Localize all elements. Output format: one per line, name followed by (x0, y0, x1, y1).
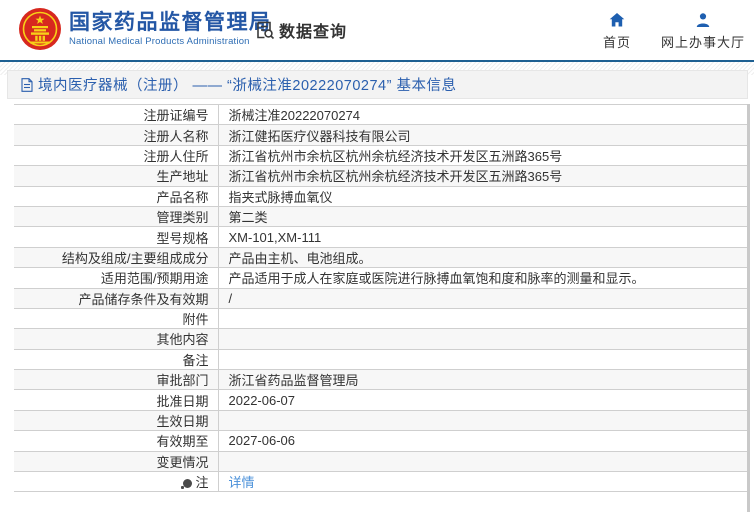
nmpa-logo[interactable]: 国家药品监督管理局 National Medical Products Admi… (18, 7, 272, 51)
site-header: 国家药品监督管理局 National Medical Products Admi… (0, 0, 754, 60)
table-row: 备注 (14, 348, 747, 371)
row-label: 生产地址 (14, 165, 219, 187)
table-row: 注册人名称 浙江健拓医疗仪器科技有限公司 (14, 124, 747, 146)
nav-label-service-hall: 网上办事大厅 (660, 35, 745, 50)
row-value: 指夹式脉搏血氧仪 (218, 185, 747, 207)
nav-item-home[interactable]: 首页 (603, 12, 631, 51)
nav-label-home: 首页 (602, 35, 631, 50)
row-value: XM-101,XM-111 (218, 226, 747, 248)
row-label: 注册人名称 (14, 124, 219, 146)
page: 国家药品监督管理局 National Medical Products Admi… (0, 0, 754, 514)
table-row: 型号规格 XM-101,XM-111 (14, 226, 747, 248)
row-value: 2027-06-06 (218, 430, 747, 452)
row-value (218, 307, 747, 330)
breadcrumb-text: 境内医疗器械（注册） —— “浙械注准20222070274” 基本信息 (38, 78, 457, 94)
bulb-icon (181, 479, 193, 490)
table-row: 审批部门 浙江省药品监督管理局 (14, 369, 747, 391)
row-label: 注 (14, 471, 219, 493)
row-value: 2022-06-07 (218, 389, 747, 411)
row-value: 浙江省药品监督管理局 (218, 369, 747, 391)
org-name-zh: 国家药品监督管理局 (69, 11, 272, 34)
top-nav: 首页 网上办事大厅 (603, 12, 745, 51)
row-label: 审批部门 (14, 369, 219, 391)
table-row: 批准日期 2022-06-07 (14, 389, 747, 411)
row-label: 有效期至 (14, 430, 219, 452)
row-value (218, 450, 747, 473)
row-value: 浙江省杭州市余杭区杭州余杭经济技术开发区五洲路365号 (218, 165, 747, 187)
row-value: 产品适用于成人在家庭或医院进行脉搏血氧饱和度和脉率的测量和显示。 (218, 267, 747, 289)
table-row: 结构及组成/主要组成成分 产品由主机、电池组成。 (14, 246, 747, 269)
user-icon (696, 13, 710, 27)
table-row: 注册人住所 浙江省杭州市余杭区杭州余杭经济技术开发区五洲路365号 (14, 144, 747, 167)
row-label: 批准日期 (14, 389, 219, 411)
detail-link[interactable]: 详情 (229, 475, 255, 490)
breadcrumb: 境内医疗器械（注册） —— “浙械注准20222070274” 基本信息 (7, 70, 748, 99)
row-value: 产品由主机、电池组成。 (218, 246, 747, 269)
row-label: 附件 (14, 307, 219, 330)
row-value: 浙江省杭州市余杭区杭州余杭经济技术开发区五洲路365号 (218, 144, 747, 167)
table-row: 注详情 (14, 471, 747, 493)
row-value: / (218, 287, 747, 309)
brand-text: 国家药品监督管理局 National Medical Products Admi… (69, 10, 272, 48)
row-value (218, 328, 747, 350)
table-row: 变更情况 (14, 450, 747, 473)
row-value (218, 348, 747, 371)
row-value: 详情 (218, 471, 747, 493)
table-row: 生产地址 浙江省杭州市余杭区杭州余杭经济技术开发区五洲路365号 (14, 165, 747, 187)
table-row: 管理类别 第二类 (14, 205, 747, 228)
row-value: 浙械注准20222070274 (218, 103, 747, 126)
table-row: 附件 (14, 307, 747, 330)
row-label: 管理类别 (14, 205, 219, 228)
nav-item-service-hall[interactable]: 网上办事大厅 (661, 12, 745, 51)
data-query-link[interactable]: 数据查询 (255, 18, 347, 42)
table-row: 适用范围/预期用途 产品适用于成人在家庭或医院进行脉搏血氧饱和度和脉率的测量和显示… (14, 267, 747, 289)
table-row: 有效期至 2027-06-06 (14, 430, 747, 452)
document-search-icon (257, 21, 275, 40)
row-label: 注册证编号 (14, 103, 219, 126)
table-row: 注册证编号 浙械注准20222070274 (14, 103, 747, 126)
row-value: 第二类 (218, 205, 747, 228)
home-icon (609, 13, 625, 27)
scrollbar-track[interactable] (747, 104, 750, 512)
row-label: 注册人住所 (14, 144, 219, 167)
table-row: 其他内容 (14, 328, 747, 350)
row-label: 结构及组成/主要组成成分 (14, 246, 219, 269)
row-label: 变更情况 (14, 450, 219, 473)
row-label: 备注 (14, 348, 219, 371)
row-value: 浙江健拓医疗仪器科技有限公司 (218, 124, 747, 146)
row-label: 其他内容 (14, 328, 219, 350)
registration-info-table: 注册证编号 浙械注准20222070274 注册人名称 浙江健拓医疗仪器科技有限公司注… (14, 103, 747, 493)
table-row: 产品名称 指夹式脉搏血氧仪 (14, 185, 747, 207)
row-label: 产品储存条件及有效期 (14, 287, 219, 309)
row-label: 产品名称 (14, 185, 219, 207)
table-row: 产品储存条件及有效期 / (14, 287, 747, 309)
row-label: 型号规格 (14, 226, 219, 248)
data-query-label: 数据查询 (279, 24, 348, 41)
row-label: 生效日期 (14, 409, 219, 432)
row-label: 适用范围/预期用途 (14, 267, 219, 289)
table-row: 生效日期 (14, 409, 747, 432)
document-icon (21, 77, 33, 92)
national-emblem-icon (19, 8, 61, 50)
row-value (218, 409, 747, 432)
org-name-en: National Medical Products Administration (69, 36, 250, 47)
